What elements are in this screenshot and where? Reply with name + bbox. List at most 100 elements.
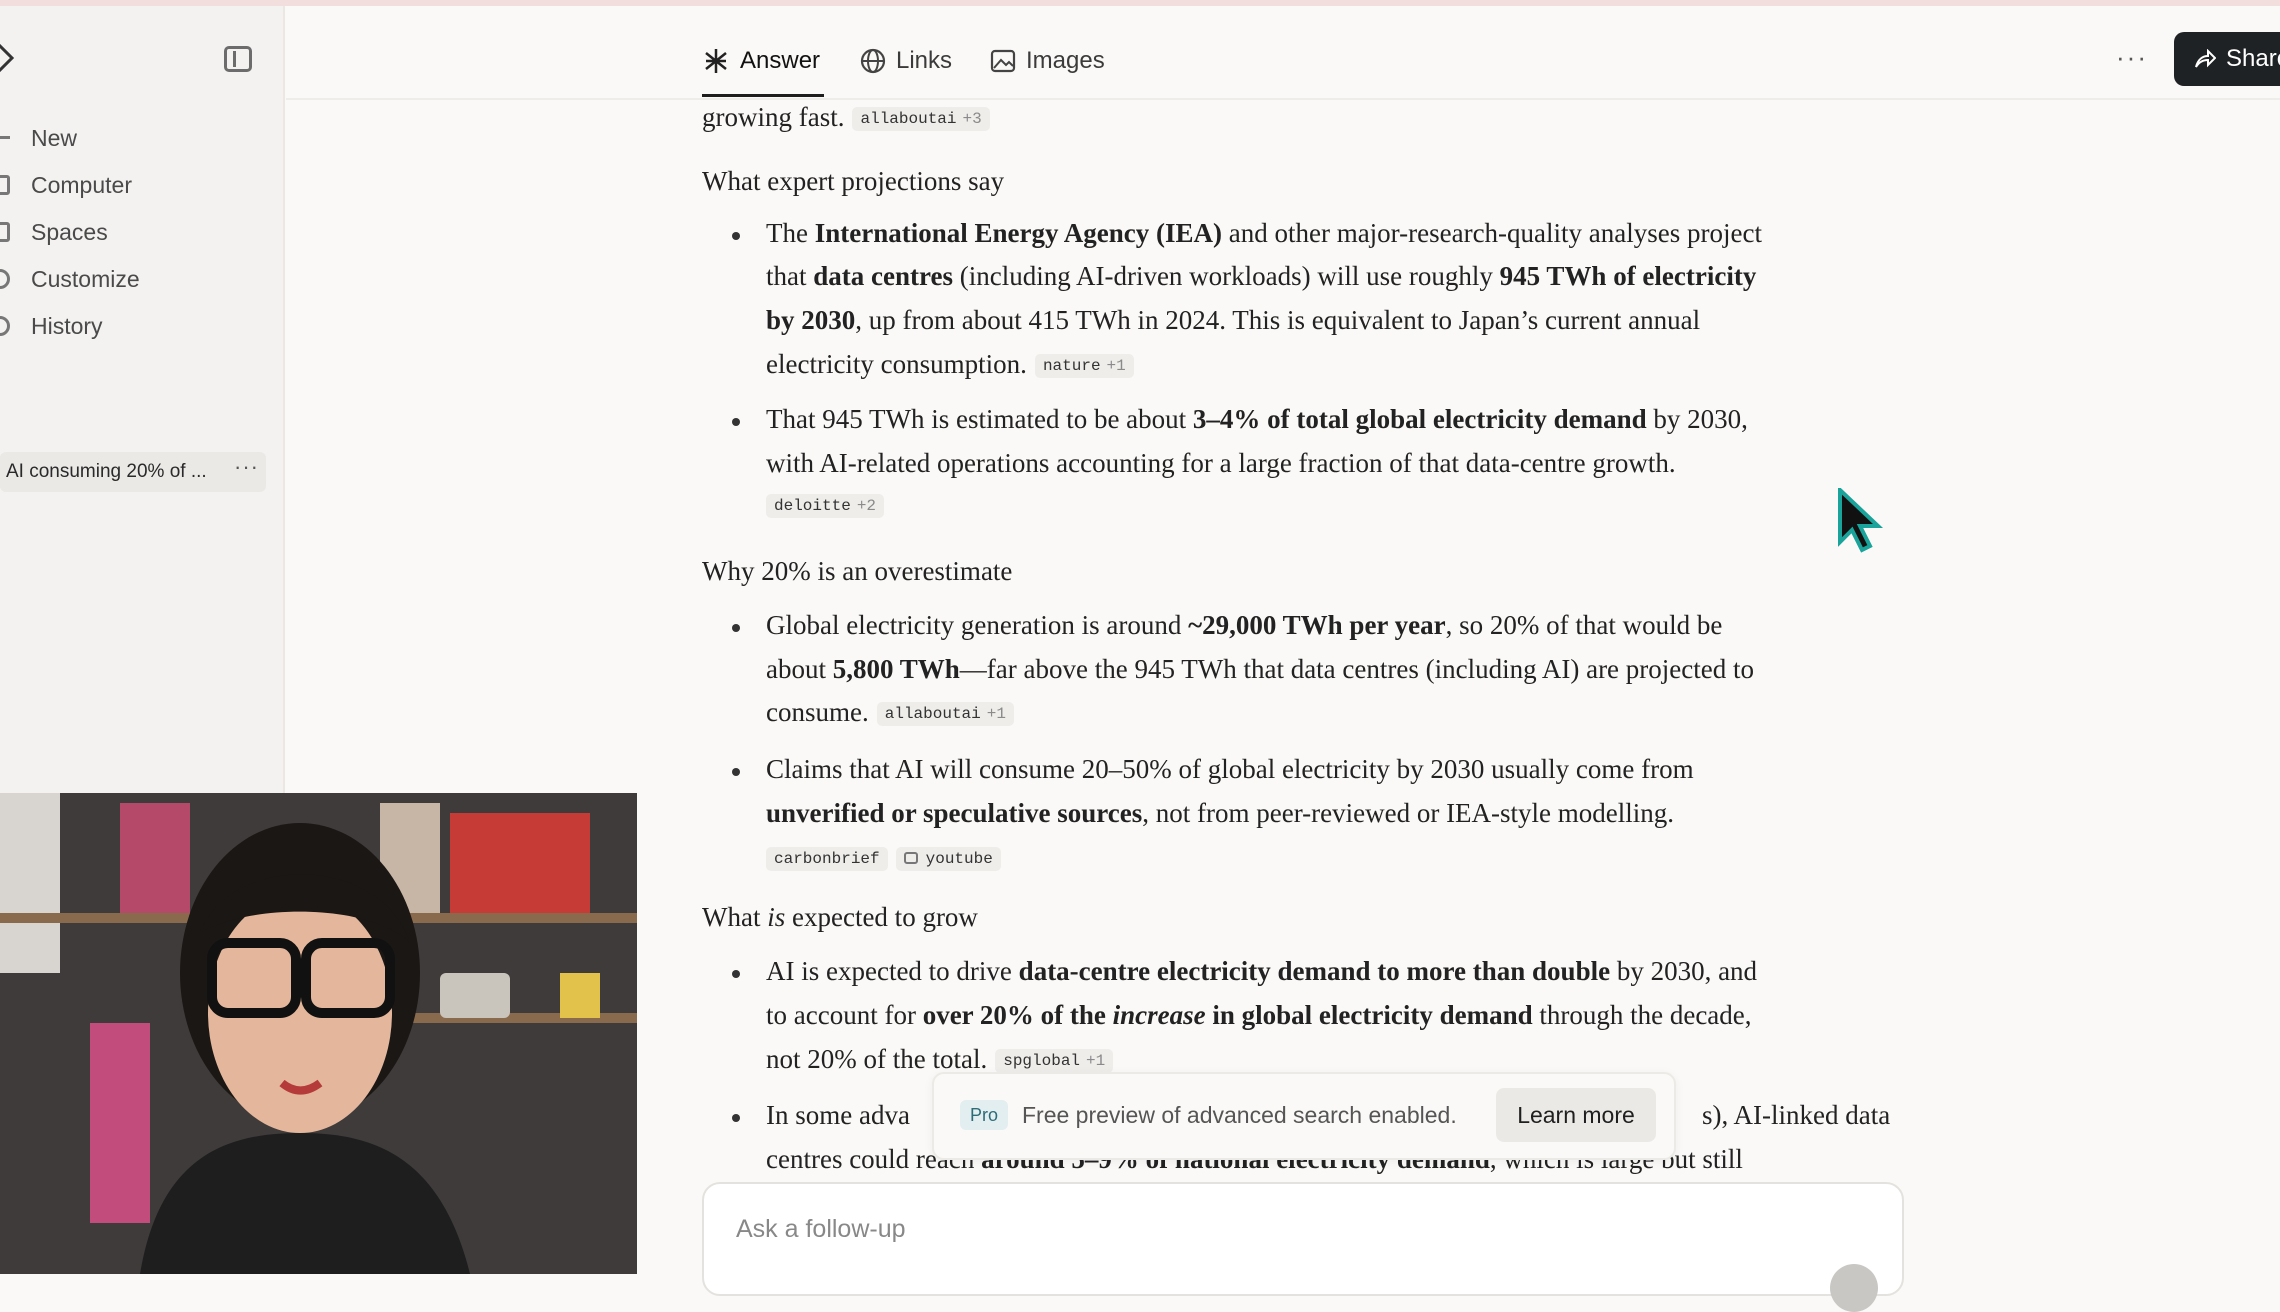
citation-source: nature [1042, 357, 1101, 375]
text: , so 20% of that would be [1445, 610, 1723, 640]
text: , up from about 415 TWh in 2024. This is… [855, 305, 1701, 335]
text: That 945 TWh is estimated to be about [766, 404, 1193, 434]
bold-text: 3–4% of total global electricity demand [1192, 404, 1647, 434]
citation-source: allaboutai [860, 110, 957, 128]
bold-text: data-centre electricity demand to more t… [1018, 956, 1611, 986]
section-heading: What is expected to grow [702, 902, 978, 933]
text: consume. [766, 697, 869, 727]
sidebar-item-history[interactable]: History [0, 304, 270, 348]
image-icon [990, 49, 1016, 73]
text-line: consume. allaboutai +1 [766, 697, 1014, 728]
bullet [732, 232, 740, 240]
sidebar-item-customize[interactable]: Customize [0, 257, 270, 301]
bold-text: over 20% of the [922, 1000, 1113, 1030]
tab-links[interactable]: Links [860, 36, 952, 86]
text: not 20% of the total. [766, 1044, 988, 1074]
header-bar: Answer Links Images ··· Share [286, 6, 2280, 100]
sidebar-item-computer[interactable]: Computer [0, 163, 270, 207]
sidebar-item-label: New [31, 124, 78, 151]
citation-chip[interactable]: carbonbrief [766, 847, 888, 871]
citation-chip[interactable]: deloitte +2 [766, 494, 885, 518]
text: (including AI-driven workloads) will use… [952, 261, 1500, 291]
more-options-button[interactable]: ··· [2116, 42, 2148, 73]
text: and other major-research-quality analyse… [1221, 218, 1762, 248]
citation-chip[interactable]: allaboutai +3 [852, 107, 990, 131]
citation-chip[interactable]: nature +1 [1034, 354, 1134, 378]
bold-text: data centres [813, 261, 953, 291]
share-icon [2195, 49, 2216, 68]
citation-source: carbonbrief [774, 850, 880, 868]
bold-text: 5,800 TWh [832, 654, 960, 684]
citation-count: +1 [1106, 357, 1126, 375]
bullet [732, 418, 740, 426]
bold-text: International Energy Agency (IEA) [814, 218, 1222, 248]
text-line: not 20% of the total. spglobal +1 [766, 1044, 1114, 1075]
text-line: that data centres (including AI-driven w… [766, 261, 1756, 292]
text: AI is expected to drive [766, 956, 1019, 986]
submit-button[interactable] [1830, 1264, 1878, 1312]
sidebar-item-spaces[interactable]: Spaces [0, 210, 270, 254]
sidebar-item-label: Spaces [31, 218, 108, 245]
sidebar-item-label: Computer [31, 171, 132, 198]
citation-count: +2 [856, 497, 877, 515]
text: —far above the 945 TWh that data centres… [959, 654, 1754, 684]
citation-count: +1 [1086, 1052, 1106, 1070]
text: Global electricity generation is around [766, 610, 1189, 640]
text-line: In some adva [766, 1100, 910, 1131]
text: What [702, 902, 768, 932]
text: , not from peer-reviewed or IEA-style mo… [1142, 798, 1675, 828]
tab-label: Links [896, 47, 953, 74]
citation-chip[interactable]: spglobal +1 [995, 1049, 1114, 1073]
citation-source: deloitte [774, 497, 851, 515]
webcam-person-image [0, 793, 637, 1274]
text-line: to account for over 20% of the increase … [766, 1000, 1752, 1031]
tab-label: Answer [740, 47, 821, 74]
tab-label: Images [1026, 47, 1105, 74]
text: through the decade, [1532, 1000, 1752, 1030]
thread-menu-button[interactable]: ··· [234, 454, 259, 480]
section-heading: What expert projections say [702, 166, 1005, 196]
sidebar-thread-item[interactable]: AI consuming 20% of ... ··· [0, 452, 266, 492]
citation-count: +1 [986, 705, 1006, 723]
intro-text: growing fast. [702, 102, 845, 132]
learn-more-button[interactable]: Learn more [1496, 1088, 1656, 1142]
text-line: AI is expected to drive data-centre elec… [766, 956, 1757, 987]
italic-text: is [767, 902, 786, 932]
bold-text: by 2030 [766, 305, 856, 335]
text: In some adva [766, 1100, 910, 1130]
bold-italic-text: increase [1112, 1000, 1206, 1030]
text-line: The International Energy Agency (IEA) an… [766, 218, 1762, 249]
section-heading: Why 20% is an overestimate [702, 556, 1013, 586]
text-line: s), AI-linked data [1702, 1100, 1891, 1130]
sidebar-item-label: History [31, 312, 103, 339]
customize-icon [0, 269, 10, 289]
sidebar-collapse-icon[interactable] [224, 46, 252, 72]
text: about [766, 654, 833, 684]
app-logo-icon[interactable] [0, 38, 16, 78]
share-button[interactable]: Share [2174, 32, 2280, 86]
text-line: about 5,800 TWh—far above the 945 TWh th… [766, 654, 1754, 685]
citation-chip-youtube[interactable]: youtube [895, 847, 1001, 871]
text-line: with AI-related operations accounting fo… [766, 448, 1676, 478]
computer-icon [0, 175, 10, 195]
text-line: Global electricity generation is around … [766, 610, 1722, 641]
share-label: Share [2226, 45, 2280, 72]
text-line: That 945 TWh is estimated to be about 3–… [766, 404, 1748, 435]
citation-chip[interactable]: allaboutai +1 [876, 702, 1014, 726]
tab-images[interactable]: Images [990, 36, 1105, 86]
globe-icon [860, 48, 886, 74]
followup-input[interactable] [734, 1214, 1638, 1245]
text-line: Claims that AI will consume 20–50% of gl… [766, 754, 1694, 784]
bullet [732, 970, 740, 978]
bullet [732, 768, 740, 776]
tab-answer[interactable]: Answer [702, 36, 820, 86]
sidebar-item-new[interactable]: New [0, 116, 270, 160]
text-line: electricity consumption. nature +1 [766, 349, 1134, 380]
citation-source: allaboutai [884, 705, 981, 723]
bullet [732, 624, 740, 632]
citation-count: +3 [962, 110, 982, 128]
text: by 2030, [1646, 404, 1748, 434]
bold-text: unverified or speculative sources [766, 798, 1143, 828]
citation-row: carbonbrief youtube [766, 842, 1001, 873]
history-icon [0, 316, 10, 336]
